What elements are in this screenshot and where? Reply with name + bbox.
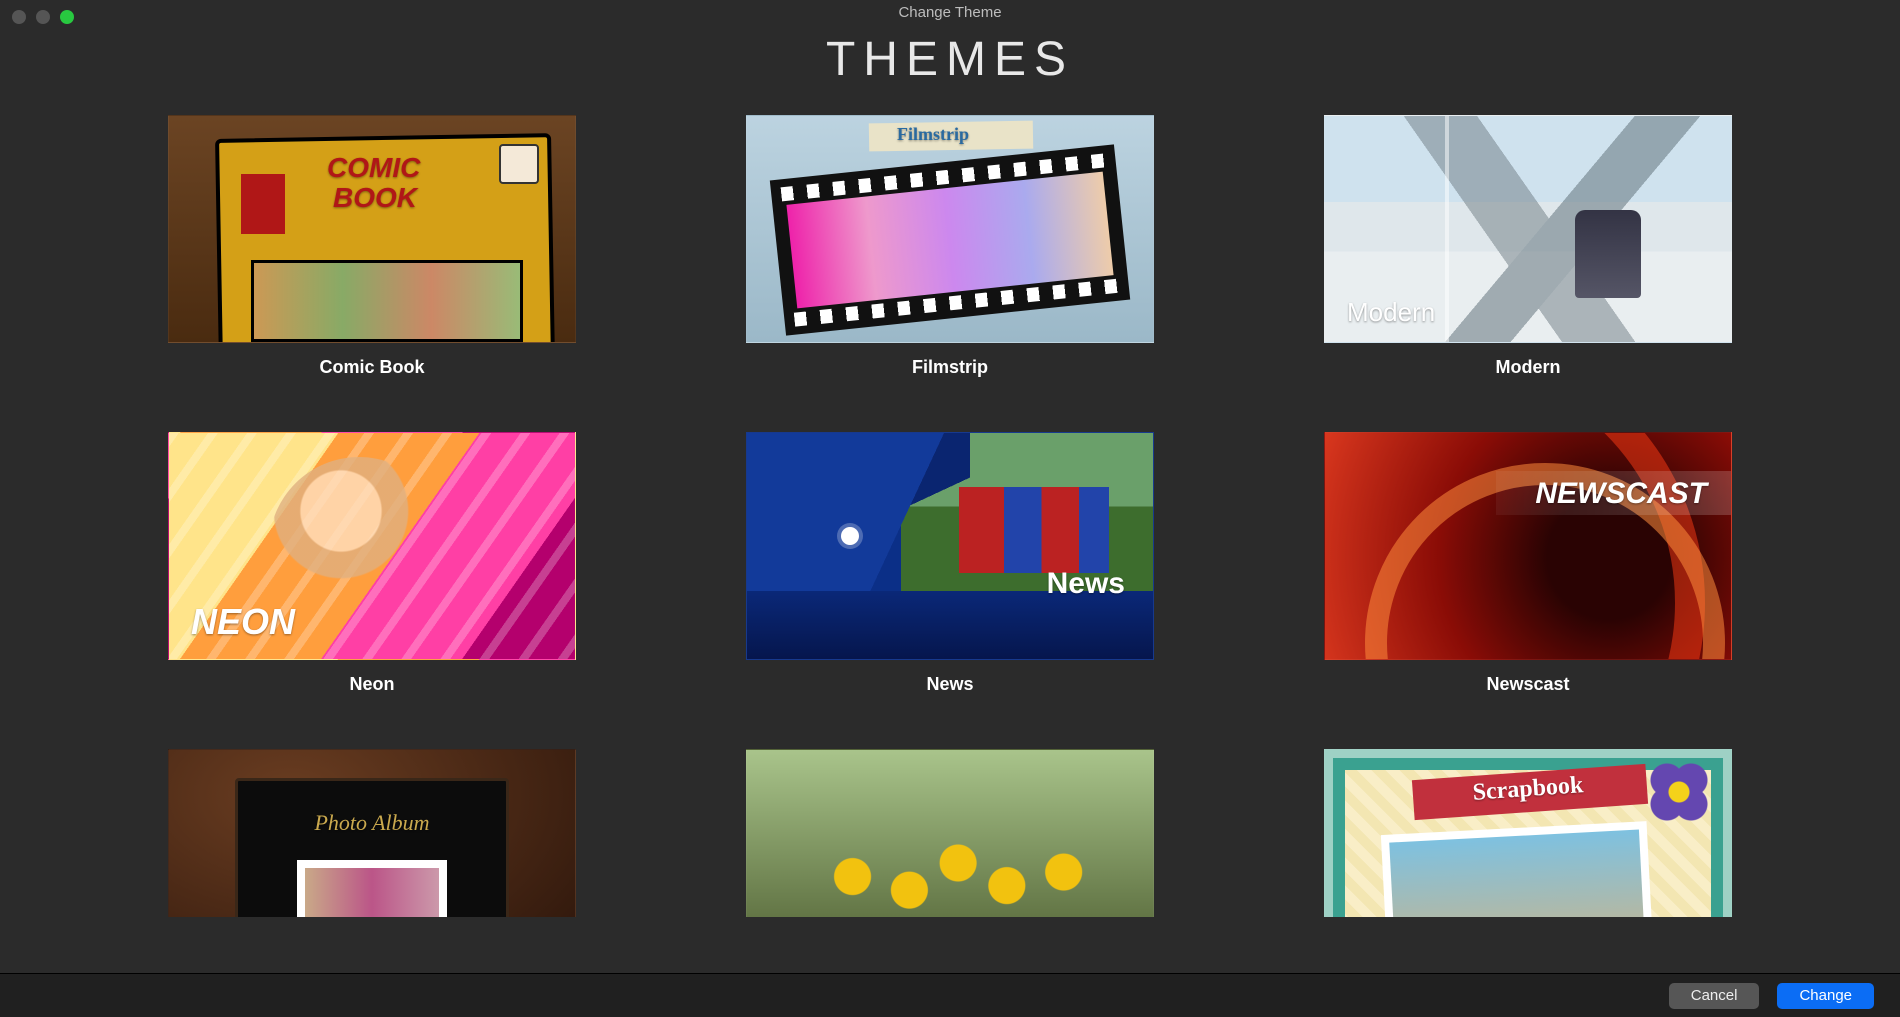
comic-overlay-line1: COMIC: [327, 152, 420, 184]
theme-label: Comic Book: [168, 357, 576, 378]
close-window-icon[interactable]: [12, 10, 26, 24]
change-button[interactable]: Change: [1777, 983, 1874, 1009]
theme-news[interactable]: News News: [746, 432, 1154, 695]
themes-grid: COMIC BOOK Comic Book Filmstrip Filmstri…: [0, 115, 1900, 917]
theme-thumbnail: COMIC BOOK: [168, 115, 576, 343]
theme-thumbnail: Scrapbook: [1324, 749, 1732, 917]
theme-newscast[interactable]: NEWSCAST Newscast: [1324, 432, 1732, 695]
theme-thumbnail: Modern: [1324, 115, 1732, 343]
flower-icon: [1649, 762, 1709, 822]
dialog-footer: Cancel Change: [0, 973, 1900, 1017]
minimize-window-icon[interactable]: [36, 10, 50, 24]
theme-scrapbook[interactable]: Scrapbook Scrapbook: [1324, 749, 1732, 917]
zoom-window-icon[interactable]: [60, 10, 74, 24]
theme-label: News: [746, 674, 1154, 695]
theme-thumbnail: Playful: [746, 749, 1154, 917]
theme-thumbnail: NEWSCAST: [1324, 432, 1732, 660]
filmstrip-tape-label: Filmstrip: [897, 124, 969, 145]
theme-label: Newscast: [1324, 674, 1732, 695]
theme-filmstrip[interactable]: Filmstrip Filmstrip: [746, 115, 1154, 378]
apple-stamp-icon: [499, 144, 539, 184]
theme-thumbnail: Photo Album: [168, 749, 576, 917]
theme-comic-book[interactable]: COMIC BOOK Comic Book: [168, 115, 576, 378]
globe-icon: [841, 527, 859, 545]
theme-playful[interactable]: Playful Playful: [746, 749, 1154, 917]
window-title: Change Theme: [898, 4, 1001, 21]
theme-label: Modern: [1324, 357, 1732, 378]
window-controls: [12, 10, 74, 24]
theme-photo-album[interactable]: Photo Album Photo Album: [168, 749, 576, 917]
theme-label: Filmstrip: [746, 357, 1154, 378]
theme-thumbnail: NEON: [168, 432, 576, 660]
theme-thumbnail: News: [746, 432, 1154, 660]
titlebar: Change Theme: [0, 0, 1900, 28]
theme-thumbnail: Filmstrip: [746, 115, 1154, 343]
neon-overlay-text: NEON: [191, 601, 295, 643]
themes-scroll-area[interactable]: COMIC BOOK Comic Book Filmstrip Filmstri…: [0, 87, 1900, 917]
news-overlay-text: News: [1047, 567, 1125, 601]
theme-label: Neon: [168, 674, 576, 695]
page-heading: THEMES: [0, 32, 1900, 87]
photo-album-overlay-text: Photo Album: [314, 810, 429, 836]
newscast-overlay-text: NEWSCAST: [1535, 477, 1707, 511]
comic-overlay-line2: BOOK: [333, 182, 417, 214]
theme-modern[interactable]: Modern Modern: [1324, 115, 1732, 378]
theme-neon[interactable]: NEON Neon: [168, 432, 576, 695]
modern-overlay-text: Modern: [1347, 297, 1435, 328]
cancel-button[interactable]: Cancel: [1669, 983, 1760, 1009]
